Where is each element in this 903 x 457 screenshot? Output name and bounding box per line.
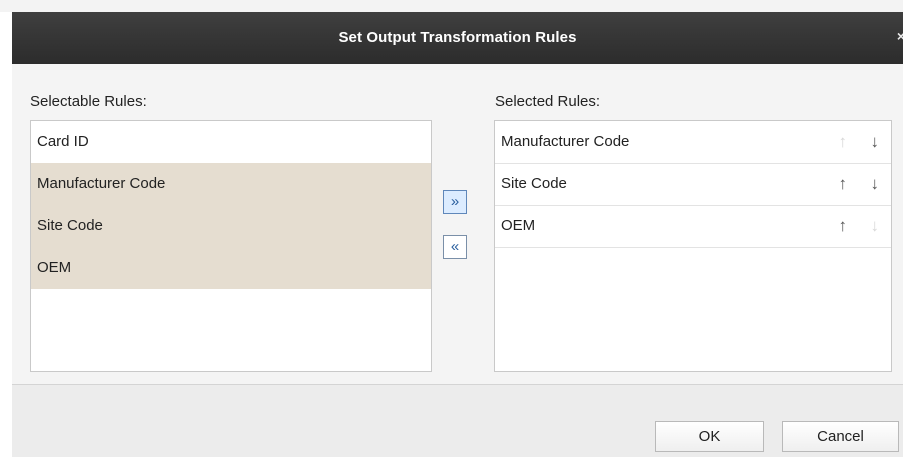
selectable-rules-list[interactable]: Card ID Manufacturer Code Site Code OEM	[30, 120, 432, 372]
selectable-item-manufacturer-code[interactable]: Manufacturer Code	[31, 163, 431, 205]
close-icon[interactable]: ×	[897, 28, 903, 44]
selected-rules-list[interactable]: Manufacturer Code ↑ ↓ Site Code ↑ ↓ OEM …	[494, 120, 892, 372]
background-strip	[0, 0, 903, 12]
move-down-icon[interactable]: ↓	[871, 163, 880, 205]
selected-rules-label: Selected Rules:	[495, 93, 601, 110]
move-up-icon: ↑	[838, 132, 848, 151]
selectable-item-oem[interactable]: OEM	[31, 247, 431, 289]
list-item-label: OEM	[501, 217, 536, 234]
list-item-label: Site Code	[37, 217, 103, 234]
list-item-label: OEM	[37, 259, 72, 276]
ok-button[interactable]: OK	[655, 421, 764, 452]
remove-rule-button[interactable]: «	[443, 235, 467, 259]
cancel-button[interactable]: Cancel	[782, 421, 899, 452]
move-up-icon[interactable]: ↑	[839, 163, 848, 205]
output-transformation-dialog: Set Output Transformation Rules × Select…	[12, 12, 903, 457]
add-rule-button[interactable]: »	[443, 190, 467, 214]
list-item-label: Manufacturer Code	[37, 175, 166, 192]
dialog-footer: OK Cancel	[12, 384, 903, 457]
move-down-icon[interactable]: ↓	[871, 121, 880, 163]
move-down-icon: ↓	[870, 216, 880, 235]
list-item-label: Site Code	[501, 175, 567, 192]
selected-item-site-code[interactable]: Site Code ↑ ↓	[495, 163, 891, 206]
selected-item-manufacturer-code[interactable]: Manufacturer Code ↑ ↓	[495, 121, 891, 164]
selected-item-oem[interactable]: OEM ↑ ↓	[495, 205, 891, 248]
list-item-label: Card ID	[37, 133, 89, 150]
selectable-item-site-code[interactable]: Site Code	[31, 205, 431, 247]
list-item-label: Manufacturer Code	[501, 133, 630, 150]
selectable-rules-label: Selectable Rules:	[30, 93, 147, 110]
dialog-title: Set Output Transformation Rules	[338, 29, 577, 46]
selectable-item-card-id[interactable]: Card ID	[31, 121, 431, 163]
dialog-titlebar: Set Output Transformation Rules ×	[12, 12, 903, 64]
move-up-icon[interactable]: ↑	[839, 205, 848, 247]
